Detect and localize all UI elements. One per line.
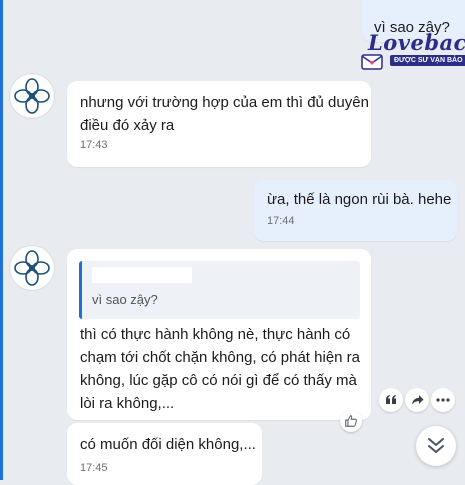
message-text: thì có thực hành không nè, thực hành có … bbox=[80, 326, 361, 412]
sticker-text: Loveback bbox=[368, 30, 465, 55]
avatar[interactable] bbox=[10, 246, 54, 290]
more-button[interactable] bbox=[431, 388, 455, 412]
incoming-message[interactable]: vì sao zậy? thì có thực hành không nè, t… bbox=[67, 249, 371, 420]
chevron-down-double-icon bbox=[428, 438, 444, 453]
incoming-message[interactable]: nhưng với trường hợp của em thì đủ duyên… bbox=[67, 81, 371, 167]
flower-icon bbox=[14, 78, 50, 114]
react-button[interactable] bbox=[340, 410, 362, 432]
incoming-message[interactable]: có muốn đối diện không,... 17:45 bbox=[67, 423, 262, 485]
forward-icon bbox=[411, 395, 423, 405]
avatar[interactable] bbox=[10, 74, 54, 118]
quoted-text: vì sao zậy? bbox=[92, 292, 158, 307]
quote-button[interactable] bbox=[379, 388, 403, 412]
quote-icon bbox=[386, 395, 396, 404]
message-text: nhưng với trường hợp của em thì đủ duyên… bbox=[80, 94, 369, 134]
loveback-sticker: Loveback ĐƯỢC SƯ VẠN BẢO bbox=[355, 28, 465, 80]
message-text: có muốn đối diện không,... bbox=[80, 436, 256, 453]
quoted-sender-redacted bbox=[92, 267, 192, 283]
forward-button[interactable] bbox=[405, 388, 429, 412]
thumbs-up-icon bbox=[345, 415, 358, 427]
message-time: 17:44 bbox=[267, 215, 295, 227]
message-text: ừa, thế là ngon rùi bà. hehe bbox=[267, 191, 452, 208]
flower-icon bbox=[14, 250, 50, 286]
message-time: 17:45 bbox=[80, 462, 108, 474]
sticker-tag: ĐƯỢC SƯ VẠN BẢO bbox=[390, 55, 465, 66]
accent-bar bbox=[0, 0, 3, 480]
message-time: 17:43 bbox=[80, 139, 108, 151]
scroll-to-bottom-button[interactable] bbox=[416, 426, 456, 466]
more-icon bbox=[436, 398, 450, 402]
outgoing-message[interactable]: ừa, thế là ngon rùi bà. hehe 17:44 bbox=[254, 180, 457, 241]
quoted-message[interactable]: vì sao zậy? bbox=[79, 261, 360, 319]
